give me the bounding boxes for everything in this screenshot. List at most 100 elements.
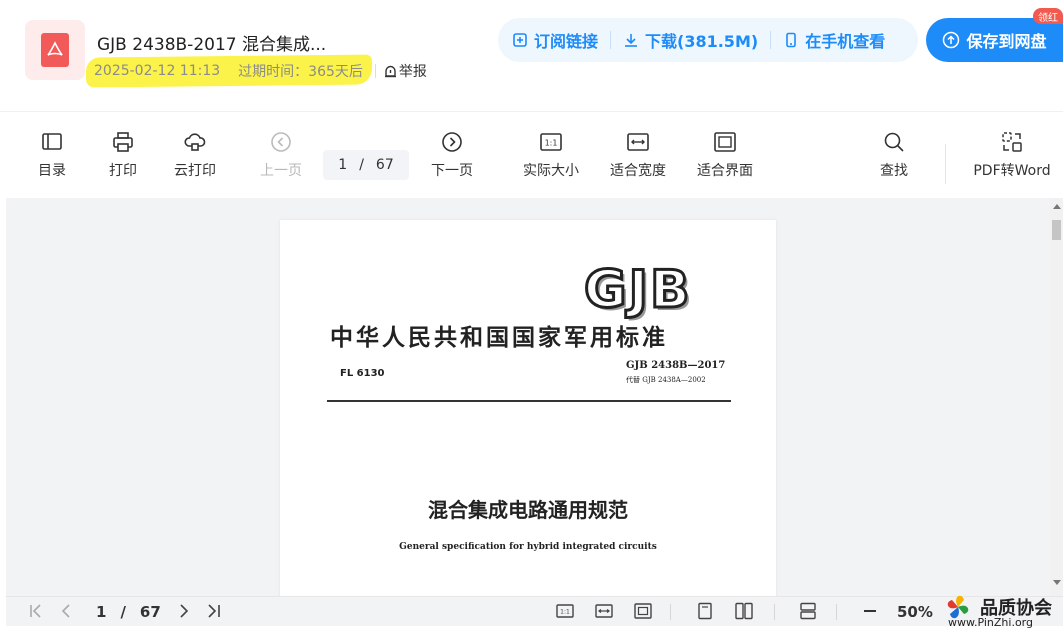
prev-circle-icon: [271, 132, 291, 152]
scroll-down-arrow[interactable]: [1053, 580, 1061, 585]
two-page-button[interactable]: [735, 602, 753, 624]
gjb-logo: GJB: [583, 259, 692, 322]
pdf-file-icon: [25, 20, 85, 80]
page-separator: /: [359, 157, 364, 173]
printer-icon: [113, 132, 133, 152]
prev-page-button[interactable]: 上一页: [246, 130, 316, 180]
chevron-left-icon: [61, 604, 70, 618]
next-label: 下一页: [431, 163, 473, 179]
header: GJB 2438B-2017 混合集成... 2025-02-12 11:13 …: [0, 0, 1063, 112]
svg-text:1:1: 1:1: [545, 139, 558, 148]
toolbar-divider: [945, 144, 946, 184]
horizontal-rule: [327, 400, 731, 402]
scroll-up-arrow[interactable]: [1053, 204, 1061, 209]
toc-icon: [42, 133, 62, 150]
convert-icon: [1002, 132, 1022, 152]
fit-page-label: 适合界面: [697, 163, 753, 179]
fit-width-button[interactable]: 适合宽度: [603, 130, 673, 180]
download-button[interactable]: 下载(381.5M): [623, 28, 758, 52]
current-page: 1: [338, 157, 348, 173]
file-title: GJB 2438B-2017 混合集成...: [97, 35, 327, 55]
classification-code: FL 6130: [340, 368, 385, 379]
search-icon: [884, 132, 904, 152]
search-button[interactable]: 查找: [859, 130, 929, 180]
standard-title: 中华人民共和国国家军用标准: [330, 324, 668, 351]
viewer-toolbar: 目录 打印 云打印 上一页 1 / 67 下一页 1:1 实际大小 适合宽度 适…: [0, 130, 1063, 192]
single-page-icon: [698, 602, 712, 620]
page-number-input[interactable]: 1 / 67: [323, 150, 409, 180]
site-watermark: 品质协会 www.PinZhi.org: [938, 590, 1063, 632]
cloud-upload-icon: [943, 31, 960, 49]
coupon-badge[interactable]: 领红: [1033, 8, 1063, 24]
subscribe-button[interactable]: 订阅链接: [512, 28, 598, 52]
total-pages: 67: [375, 157, 394, 173]
bottom-current-page: 1: [96, 603, 107, 621]
vertical-scrollbar[interactable]: [1050, 198, 1063, 596]
bottom-divider: [836, 604, 837, 620]
document-viewport[interactable]: GJB 中华人民共和国国家军用标准 FL 6130 GJB 2438B—2017…: [6, 198, 1050, 596]
print-button[interactable]: 打印: [88, 130, 158, 180]
bottom-fit-page-button[interactable]: [634, 602, 652, 624]
bottom-divider: [670, 604, 671, 620]
chinese-title: 混合集成电路通用规范: [428, 498, 628, 522]
next-page-small-button[interactable]: [174, 602, 192, 624]
pdf-to-word-button[interactable]: PDF转Word: [966, 130, 1058, 180]
minus-icon: [864, 610, 876, 612]
next-circle-icon: [442, 132, 462, 152]
prev-page-small-button[interactable]: [58, 602, 76, 624]
toc-button[interactable]: 目录: [17, 130, 87, 180]
fit-page-icon: [714, 132, 736, 152]
cloud-print-label: 云打印: [174, 163, 216, 179]
save-to-cloud-button[interactable]: 保存到网盘: [926, 18, 1063, 62]
last-page-button[interactable]: [204, 602, 222, 624]
first-page-icon: [30, 604, 41, 618]
cloud-print-icon: [184, 133, 206, 151]
two-page-icon: [735, 602, 753, 620]
actual-size-icon: 1:1: [540, 133, 562, 151]
actual-size-button[interactable]: 1:1 实际大小: [516, 130, 586, 180]
document-page: GJB 中华人民共和国国家军用标准 FL 6130 GJB 2438B—2017…: [280, 220, 776, 596]
scrollbar-thumb[interactable]: [1052, 220, 1061, 240]
last-page-icon: [208, 604, 220, 618]
file-meta: 2025-02-12 11:13 过期时间：365天后 举报: [88, 56, 427, 86]
bottom-divider: [774, 604, 775, 620]
report-label: 举报: [398, 64, 427, 80]
report-link[interactable]: 举报: [384, 61, 427, 81]
pdf-viewer-page: GJB 2438B-2017 混合集成... 2025-02-12 11:13 …: [0, 0, 1063, 632]
subscribe-icon: [513, 33, 527, 47]
search-label: 查找: [880, 163, 908, 179]
scroll-mode-icon: [800, 602, 816, 620]
toc-label: 目录: [38, 163, 66, 179]
actual-size-label: 实际大小: [523, 163, 579, 179]
bottom-actual-size-button[interactable]: 1:1: [556, 602, 574, 624]
download-label: 下载(381.5M): [645, 32, 759, 51]
cloud-print-button[interactable]: 云打印: [160, 130, 230, 180]
replaces-code: 代替 GJB 2438A—2002: [626, 376, 706, 384]
watermark-url: www.PinZhi.org: [948, 616, 1033, 629]
english-title: General specification for hybrid integra…: [399, 542, 657, 552]
next-page-button[interactable]: 下一页: [417, 130, 487, 180]
expire-time: 过期时间：365天后: [238, 64, 363, 80]
actual-size-small-icon: 1:1: [556, 604, 574, 618]
scroll-mode-button[interactable]: [799, 602, 817, 624]
fit-width-label: 适合宽度: [610, 163, 666, 179]
fit-page-small-icon: [634, 603, 652, 619]
fit-page-button[interactable]: 适合界面: [690, 130, 760, 180]
fit-width-small-icon: [595, 604, 613, 618]
zoom-out-button[interactable]: [861, 602, 879, 624]
pdf-to-word-label: PDF转Word: [973, 163, 1051, 179]
upload-date: 2025-02-12 11:13: [94, 63, 221, 79]
bottom-fit-width-button[interactable]: [595, 602, 613, 624]
bottom-page-separator: /: [120, 603, 126, 621]
download-icon: [625, 34, 638, 47]
bottom-page-indicator[interactable]: 1 / 67: [96, 603, 161, 621]
meta-divider: [374, 64, 376, 78]
action-pill: 订阅链接 下载(381.5M) 在手机查看: [498, 18, 918, 62]
print-label: 打印: [109, 163, 137, 179]
prev-label: 上一页: [260, 163, 302, 179]
fit-width-icon: [627, 133, 649, 151]
zoom-level[interactable]: 50%: [897, 603, 933, 621]
first-page-button[interactable]: [28, 602, 46, 624]
single-page-button[interactable]: [696, 602, 714, 624]
view-on-mobile-button[interactable]: 在手机查看: [783, 28, 885, 52]
